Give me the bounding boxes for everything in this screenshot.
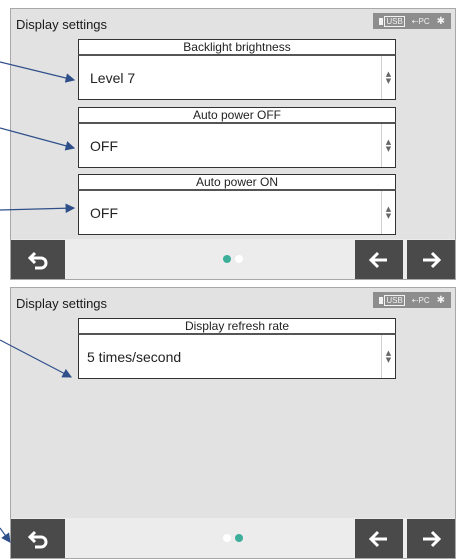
up-down-spinner-icon[interactable]: ▲ ▼ [381,124,395,167]
arrow-left-icon [368,251,387,268]
setting-value: 5 times/second [87,349,182,365]
auto-power-on-select[interactable]: OFF ▲ ▼ [78,189,396,235]
arrow-right-icon [423,251,442,268]
setting-backlight-brightness: Backlight brightness Level 7 ▲ ▼ [78,39,396,100]
status-icons: USB ⇠PC ✱ [373,13,451,29]
up-down-spinner-icon[interactable]: ▲ ▼ [381,335,395,378]
next-button[interactable] [407,240,455,279]
status-icons: USB ⇠PC ✱ [373,292,451,308]
display-settings-screen-page-2: Display settings USB ⇠PC ✱ Display refre… [10,287,456,559]
setting-auto-power-on: Auto power ON OFF ▲ ▼ [78,174,396,235]
backlight-brightness-select[interactable]: Level 7 ▲ ▼ [78,54,396,100]
bluetooth-icon: ✱ [436,15,445,27]
previous-button[interactable] [355,240,403,279]
display-refresh-rate-select[interactable]: 5 times/second ▲ ▼ [78,333,396,379]
bottom-bar [11,518,455,558]
setting-display-refresh-rate: Display refresh rate 5 times/second ▲ ▼ [78,318,396,379]
back-button[interactable] [11,519,65,558]
next-button[interactable] [407,519,455,558]
bluetooth-icon: ✱ [436,294,445,306]
screen-title: Display settings [16,296,108,311]
usb-status-icon: USB [379,294,405,306]
up-down-spinner-icon[interactable]: ▲ ▼ [381,191,395,234]
setting-auto-power-off: Auto power OFF OFF ▲ ▼ [78,107,396,168]
setting-value: Level 7 [90,70,136,86]
usb-status-icon: USB [379,15,405,27]
setting-label: Auto power OFF [78,107,396,122]
pc-connection-icon: ⇠PC [411,16,430,26]
previous-button[interactable] [355,519,403,558]
setting-label: Auto power ON [78,174,396,189]
display-settings-screen-page-1: Display settings USB ⇠PC ✱ Backlight bri… [10,8,456,280]
setting-value: OFF [90,138,118,154]
return-arrow-icon [27,251,48,269]
page-dot-1 [223,534,231,542]
up-down-spinner-icon[interactable]: ▲ ▼ [381,56,395,99]
screen-title: Display settings [16,17,108,32]
setting-value: OFF [90,205,118,221]
status-bar: Display settings USB ⇠PC ✱ [11,288,455,316]
arrow-right-icon [423,530,442,547]
arrow-left-icon [368,530,387,547]
callout-arrow-back-button [0,527,11,543]
page-indicator [223,534,243,542]
status-bar: Display settings USB ⇠PC ✱ [11,9,455,37]
page-dot-2 [235,534,243,542]
page-dot-1 [223,255,231,263]
bottom-bar [11,239,455,279]
auto-power-off-select[interactable]: OFF ▲ ▼ [78,122,396,168]
setting-label: Display refresh rate [78,318,396,333]
page-indicator [223,255,243,263]
return-arrow-icon [27,530,48,548]
page-dot-2 [235,255,243,263]
pc-connection-icon: ⇠PC [411,295,430,305]
back-button[interactable] [11,240,65,279]
setting-label: Backlight brightness [78,39,396,54]
